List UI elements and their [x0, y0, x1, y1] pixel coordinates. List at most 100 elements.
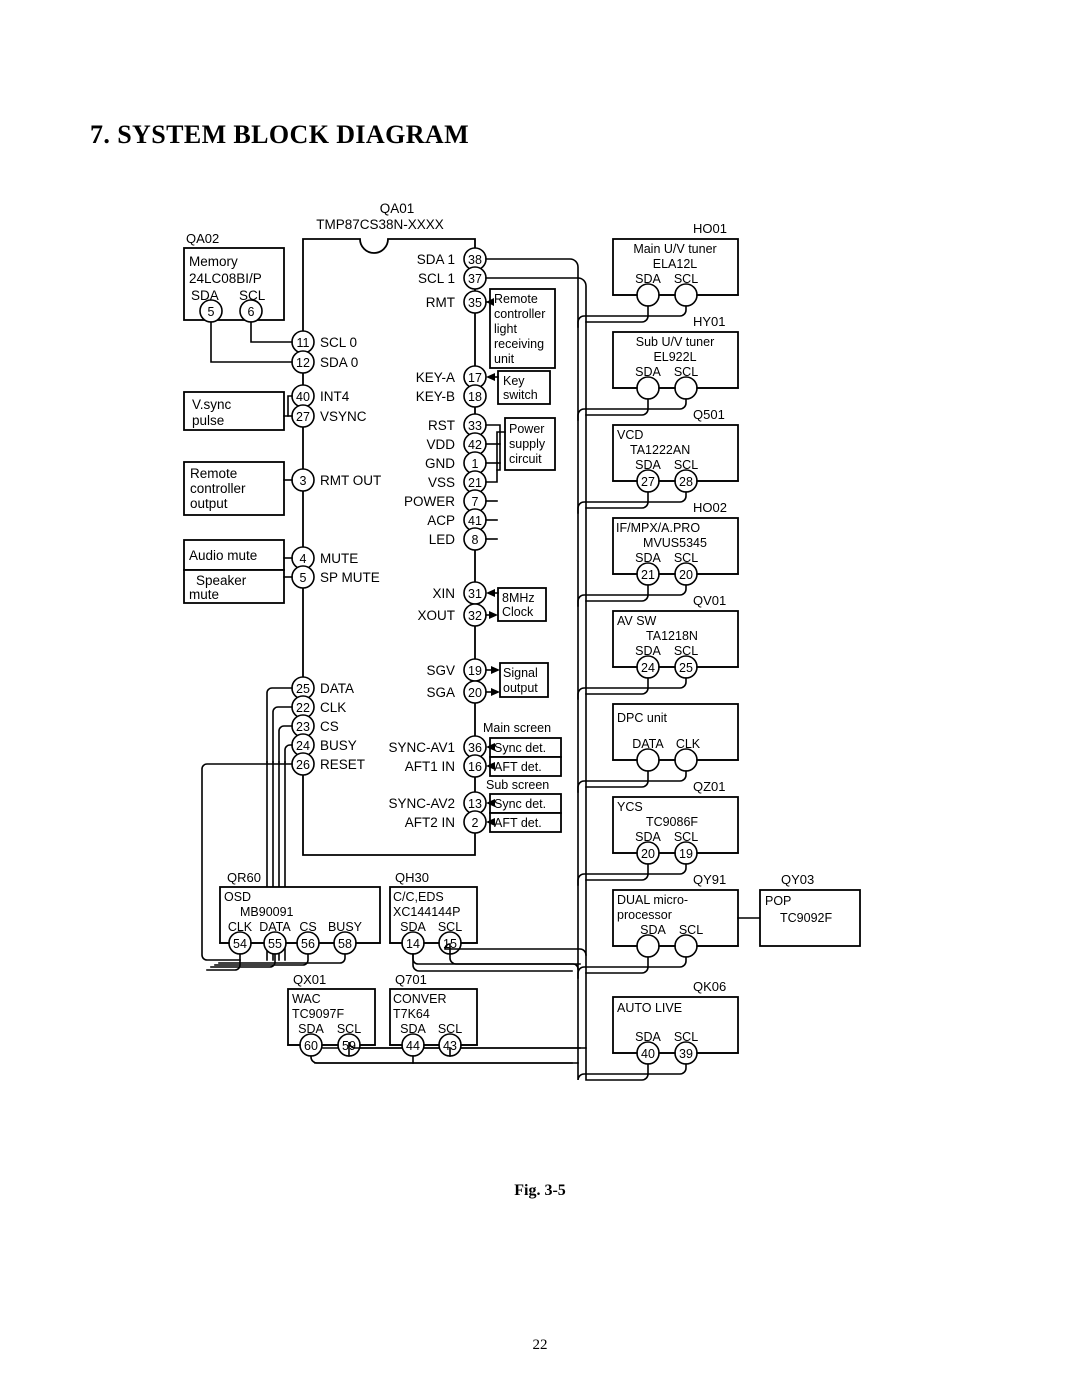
- pin-number-27: 27: [296, 410, 310, 424]
- pin-number-22: 22: [296, 701, 310, 715]
- pin-label-rmt: RMT: [426, 295, 455, 310]
- pin-number-42: 42: [468, 438, 482, 452]
- qv01-pin-24: 24: [641, 661, 655, 675]
- pin-label-aft1-in: AFT1 IN: [405, 759, 455, 774]
- q701-line-2: T7K64: [393, 1007, 430, 1021]
- qh30-line-1: C/C,EDS: [393, 890, 444, 904]
- block-key-switch: Key switch: [486, 370, 551, 405]
- block-ho01-main-tuner: HO01 Main U/V tuner ELA12L SDA SCL: [577, 221, 739, 328]
- qy91-pin-circle-sda: [636, 934, 660, 958]
- pin-number-40: 40: [296, 390, 310, 404]
- ho02-line-2: MVUS5345: [643, 536, 707, 550]
- rmtout-line-3: output: [190, 496, 228, 511]
- figure-caption: Fig. 3-5: [514, 1182, 566, 1199]
- qh30-line-2: XC144144P: [393, 905, 460, 919]
- block-sub-screen-detectors: Sub screen Sync det. AFT det.: [486, 778, 562, 833]
- qy03-line-1: POP: [765, 894, 791, 908]
- main-ic-left-pins: 11 SCL 0 12 SDA 0 40 INT4 27 VSYNC 3 RMT…: [291, 330, 381, 776]
- qx01-line-2: TC9097F: [292, 1007, 344, 1021]
- power-line-3: circuit: [509, 452, 542, 466]
- qv01-pin-25: 25: [679, 661, 693, 675]
- qx01-pin-60: 60: [304, 1039, 318, 1053]
- pin-number-35: 35: [468, 296, 482, 310]
- qa02-pin-6: 6: [248, 305, 255, 319]
- vsync-line-1: V.sync: [192, 397, 232, 412]
- power-line-2: supply: [509, 437, 546, 451]
- pin-label-sync-av2: SYNC-AV2: [388, 796, 455, 811]
- pin-number-26: 26: [296, 758, 310, 772]
- qa02-line-1: Memory: [189, 254, 238, 269]
- block-ref-qh30: QH30: [395, 870, 429, 885]
- qv01-line-1: AV SW: [617, 614, 657, 628]
- pin-number-38: 38: [468, 253, 482, 267]
- pin-label-vss: VSS: [428, 475, 455, 490]
- q501-line-1: VCD: [617, 428, 643, 442]
- pin-label-led: LED: [429, 532, 456, 547]
- pin-label-power: POWER: [404, 494, 455, 509]
- signal-out-line-1: Signal: [503, 666, 538, 680]
- qa02-line-2: 24LC08BI/P: [189, 271, 262, 286]
- pin-label-data: DATA: [320, 681, 354, 696]
- qy91-pin-circle-scl: [674, 934, 698, 958]
- pin-label-rst: RST: [428, 418, 455, 433]
- pin-number-24: 24: [296, 739, 310, 753]
- block-ref-qr60: QR60: [227, 870, 261, 885]
- pin-label-aft2-in: AFT2 IN: [405, 815, 455, 830]
- pin-number-18: 18: [468, 390, 482, 404]
- pin-label-scl0: SCL 0: [320, 335, 357, 350]
- qz01-line-2: TC9086F: [646, 815, 698, 829]
- q701-pin-44: 44: [406, 1039, 420, 1053]
- sync-det-main-label: Sync det.: [494, 741, 546, 755]
- page-number: 22: [532, 1337, 548, 1353]
- dpc-pin-circle-data: [636, 748, 660, 772]
- block-qv01-av-sw: QV01 AV SW TA1218N SDA SCL 24 25: [577, 593, 739, 700]
- q501-pin-28: 28: [679, 475, 693, 489]
- block-power-supply: Power supply circuit: [485, 417, 556, 540]
- sub-screen-label: Sub screen: [486, 778, 549, 792]
- clock-line-2: Clock: [502, 605, 534, 619]
- qx01-line-1: WAC: [292, 992, 321, 1006]
- pin-number-19: 19: [468, 664, 482, 678]
- block-ref-qy03: QY03: [781, 872, 814, 887]
- ho01-pin-circle-scl: [674, 283, 698, 307]
- qy91-line-1: DUAL micro-: [617, 893, 688, 907]
- rmtout-line-2: controller: [190, 481, 246, 496]
- qy91-line-2: processor: [617, 908, 672, 922]
- pin-number-2: 2: [472, 816, 479, 830]
- key-switch-line-1: Key: [503, 374, 525, 388]
- ho01-pin-circle-sda: [636, 283, 660, 307]
- block-ref-hy01: HY01: [693, 314, 726, 329]
- main-screen-label: Main screen: [483, 721, 551, 735]
- q501-line-2: TA1222AN: [630, 443, 690, 457]
- qv01-line-2: TA1218N: [646, 629, 698, 643]
- pin-label-sgv: SGV: [426, 663, 455, 678]
- block-main-screen-detectors: Main screen Sync det. AFT det.: [483, 721, 562, 777]
- pin-number-36: 36: [468, 741, 482, 755]
- block-ref-qy91: QY91: [693, 872, 726, 887]
- qr60-line-2: MB90091: [240, 905, 294, 919]
- pin-label-scl1: SCL 1: [418, 271, 455, 286]
- block-signal-output: Signal output: [485, 662, 549, 698]
- pin-label-busy: BUSY: [320, 738, 357, 753]
- pin-number-41: 41: [468, 514, 482, 528]
- qz01-pin-19: 19: [679, 847, 693, 861]
- speakermute-line-1: Speaker: [196, 573, 247, 588]
- main-ic-ref: QA01: [380, 201, 415, 216]
- pin-number-20: 20: [468, 686, 482, 700]
- pin-number-16: 16: [468, 760, 482, 774]
- block-ref-qv01: QV01: [693, 593, 726, 608]
- block-8mhz-clock: 8MHz Clock: [485, 587, 547, 622]
- block-remote-controller-output: Remote controller output: [183, 461, 293, 516]
- remote-recv-line-2: controller: [494, 307, 545, 321]
- pin-number-37: 37: [468, 272, 482, 286]
- block-qa02-memory: QA02 Memory 24LC08BI/P SDA SCL 5 6: [183, 231, 293, 363]
- block-remote-receiver: Remote controller light receiving unit: [485, 288, 556, 369]
- block-ref-ho02: HO02: [693, 500, 727, 515]
- remote-recv-line-1: Remote: [494, 292, 538, 306]
- pin-label-sga: SGA: [426, 685, 455, 700]
- hy01-line-1: Sub U/V tuner: [636, 335, 715, 349]
- pin-label-key-a: KEY-A: [416, 370, 455, 385]
- aft-det-sub-label: AFT det.: [494, 816, 542, 830]
- main-ic-part: TMP87CS38N-XXXX: [316, 217, 444, 232]
- block-hy01-sub-tuner: HY01 Sub U/V tuner EL922L SDA SCL: [577, 314, 739, 421]
